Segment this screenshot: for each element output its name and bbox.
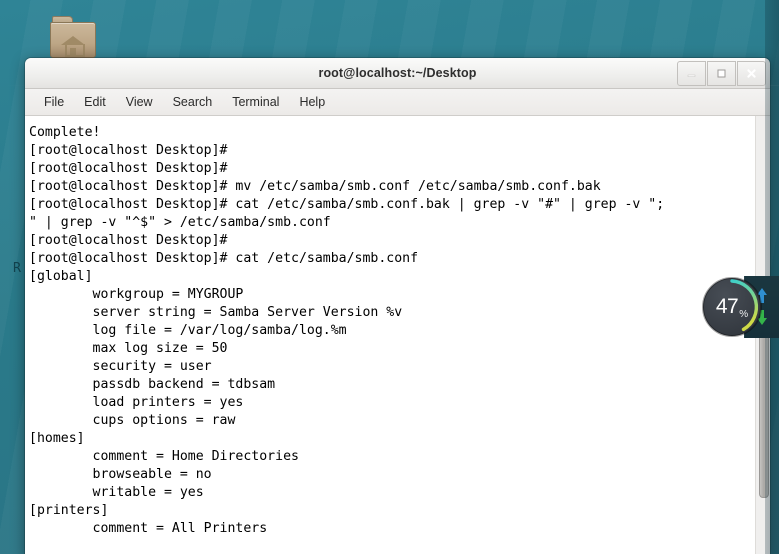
maximize-button[interactable]	[707, 61, 736, 86]
menu-item-edit[interactable]: Edit	[75, 92, 115, 112]
menu-item-search[interactable]: Search	[164, 92, 222, 112]
title-bar[interactable]: root@localhost:~/Desktop	[25, 58, 770, 89]
terminal-content-area[interactable]: Complete! [root@localhost Desktop]# [roo…	[25, 116, 770, 554]
menu-item-help[interactable]: Help	[290, 92, 334, 112]
desktop-edge-glyph: R	[13, 261, 21, 276]
minimize-icon	[687, 74, 696, 77]
progress-dial-icon	[702, 277, 762, 337]
maximize-icon	[717, 69, 726, 78]
close-button[interactable]	[737, 61, 766, 86]
menu-item-terminal[interactable]: Terminal	[223, 92, 288, 112]
terminal-window[interactable]: root@localhost:~/Desktop File Edit View	[25, 58, 770, 554]
house-glyph	[61, 36, 85, 57]
window-controls	[677, 61, 766, 86]
download-progress-widget[interactable]: 47 %	[699, 274, 765, 340]
menu-item-file[interactable]: File	[35, 92, 73, 112]
window-title: root@localhost:~/Desktop	[318, 66, 477, 80]
home-folder-icon	[50, 16, 96, 58]
menu-item-view[interactable]: View	[117, 92, 162, 112]
menu-bar: File Edit View Search Terminal Help	[25, 89, 770, 116]
house-door	[70, 48, 76, 55]
folder-body	[50, 22, 96, 58]
terminal-output[interactable]: Complete! [root@localhost Desktop]# [roo…	[25, 116, 755, 554]
close-icon	[747, 69, 756, 78]
minimize-button[interactable]	[677, 61, 706, 86]
